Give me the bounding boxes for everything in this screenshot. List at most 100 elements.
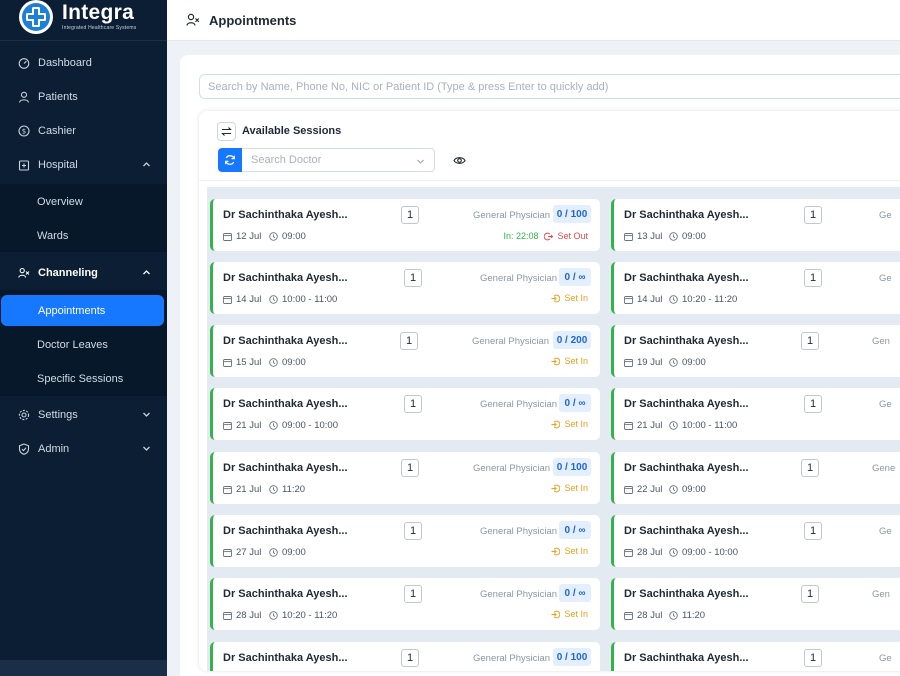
session-qty: 1: [404, 522, 422, 540]
eye-icon[interactable]: [453, 154, 466, 167]
calendar-icon: [624, 549, 633, 557]
calendar-icon: [223, 359, 232, 367]
booking-count-badge: 0 / 100: [553, 648, 591, 666]
session-qty: 1: [801, 585, 819, 603]
session-status: In: 22:08 Set Out: [503, 231, 588, 241]
session-time: 09:00: [669, 357, 706, 368]
clock-icon: [269, 295, 278, 304]
session-date: 21 Jul: [624, 420, 662, 431]
session-card[interactable]: Dr Sachinthaka Ayesh... 1 General Physic…: [210, 199, 600, 251]
sidebar-item-label: Dashboard: [38, 57, 92, 69]
clock-icon: [269, 358, 278, 367]
session-card[interactable]: Dr Sachinthaka Ayesh... 1 Ge 14 Jul 10:2…: [611, 262, 900, 314]
specialty: General Physician: [480, 589, 558, 600]
session-card[interactable]: Dr Sachinthaka Ayesh... 1 Ge 28 Jul 09:0…: [611, 515, 900, 567]
set-in-label: Set In: [564, 293, 588, 303]
session-card[interactable]: Dr Sachinthaka Ayesh... 1 Ge 13 Jul 09:0…: [611, 199, 900, 251]
chevron-down-icon: [142, 410, 151, 419]
sidebar-item-label: Cashier: [38, 125, 76, 137]
date-text: 13 Jul: [637, 231, 663, 242]
booking-count-badge: 0 / ∞: [559, 521, 591, 539]
available-sessions-card: Available Sessions Search Doctor Dr Sach…: [199, 111, 900, 671]
sidebar-item-settings[interactable]: Settings: [0, 398, 167, 432]
sidebar-item-doctor-leaves[interactable]: Doctor Leaves: [0, 328, 167, 362]
session-date: 28 Jul: [223, 610, 261, 621]
specialty: General Physician: [473, 463, 551, 474]
divider: [199, 180, 900, 181]
session-card[interactable]: Dr Sachinthaka Ayesh... 1 General Physic…: [210, 388, 600, 440]
clock-icon: [669, 295, 678, 304]
session-date: 28 Jul: [624, 547, 662, 558]
specialty: General Physician: [473, 653, 551, 664]
session-qty: 1: [401, 459, 419, 477]
session-time: 10:00 - 11:00: [669, 420, 737, 431]
session-card[interactable]: Dr Sachinthaka Ayesh... 1 Ge 21 Jul 10:0…: [611, 388, 900, 440]
sidebar-item-specific-sessions[interactable]: Specific Sessions: [0, 362, 167, 396]
session-card[interactable]: Dr Sachinthaka Ayesh... 1 Gen 28 Jul 11:…: [611, 578, 900, 630]
brand-logo[interactable]: Integra Integrated Healthcare Systems: [0, 0, 167, 41]
doctor-name: Dr Sachinthaka Ayesh...: [624, 335, 749, 347]
sidebar-item-channeling[interactable]: Channeling: [0, 256, 167, 290]
clock-icon: [669, 611, 678, 620]
specialty: Ge: [879, 399, 892, 410]
session-qty: 1: [401, 649, 419, 667]
sidebar-item-overview[interactable]: Overview: [0, 185, 167, 219]
sidebar-item-label: Hospital: [38, 159, 78, 171]
doctor-select[interactable]: Search Doctor: [242, 148, 435, 172]
doctor-name: Dr Sachinthaka Ayesh...: [223, 272, 348, 284]
set-in-button[interactable]: Set In: [551, 356, 588, 366]
set-out-button[interactable]: Set Out: [544, 231, 588, 241]
date-text: 27 Jul: [236, 547, 262, 558]
clock-icon: [669, 548, 678, 557]
session-card[interactable]: Dr Sachinthaka Ayesh... 1 Ge: [611, 642, 900, 671]
session-card[interactable]: Dr Sachinthaka Ayesh... 1 General Physic…: [210, 262, 600, 314]
sidebar-item-wards[interactable]: Wards: [0, 219, 167, 253]
session-card[interactable]: Dr Sachinthaka Ayesh... 1 General Physic…: [210, 642, 600, 671]
session-card[interactable]: Dr Sachinthaka Ayesh... 1 General Physic…: [210, 578, 600, 630]
date-text: 21 Jul: [236, 484, 262, 495]
swap-icon[interactable]: [217, 122, 236, 141]
doctor-name: Dr Sachinthaka Ayesh...: [624, 272, 749, 284]
sidebar-item-label: Settings: [38, 409, 78, 421]
hospital-submenu: Overview Wards: [0, 184, 167, 252]
sidebar-item-hospital[interactable]: Hospital: [0, 148, 167, 182]
session-card[interactable]: Dr Sachinthaka Ayesh... 1 Gene 22 Jul 09…: [611, 452, 900, 504]
sidebar-item-cashier[interactable]: $ Cashier: [0, 114, 167, 148]
specialty: Gen: [872, 336, 890, 347]
session-card[interactable]: Dr Sachinthaka Ayesh... 1 General Physic…: [210, 452, 600, 504]
sidebar-item-appointments[interactable]: Appointments: [1, 295, 164, 326]
refresh-button[interactable]: [218, 148, 242, 172]
time-text: 10:00 - 11:00: [682, 420, 738, 431]
session-qty: 1: [804, 649, 822, 667]
set-in-button[interactable]: Set In: [551, 483, 588, 493]
session-qty: 1: [804, 269, 822, 287]
sidebar-item-label: Channeling: [38, 267, 98, 279]
login-icon: [551, 610, 561, 618]
set-in-button[interactable]: Set In: [551, 546, 588, 556]
sidebar-item-patients[interactable]: Patients: [0, 80, 167, 114]
session-card[interactable]: Dr Sachinthaka Ayesh... 1 General Physic…: [210, 325, 600, 377]
session-card[interactable]: Dr Sachinthaka Ayesh... 1 General Physic…: [210, 515, 600, 567]
patient-search-input[interactable]: [199, 74, 900, 99]
date-text: 14 Jul: [637, 294, 663, 305]
session-date: 14 Jul: [223, 294, 261, 305]
sidebar-item-dashboard[interactable]: Dashboard: [0, 46, 167, 80]
session-time: 10:20 - 11:20: [669, 294, 737, 305]
set-in-button[interactable]: Set In: [551, 293, 588, 303]
calendar-icon: [624, 233, 633, 241]
session-card[interactable]: Dr Sachinthaka Ayesh... 1 Gen 19 Jul 09:…: [611, 325, 900, 377]
date-text: 21 Jul: [637, 420, 663, 431]
set-in-button[interactable]: Set In: [551, 609, 588, 619]
gear-icon: [18, 409, 30, 421]
session-date: 21 Jul: [223, 484, 261, 495]
sidebar-item-admin[interactable]: Admin: [0, 432, 167, 466]
calendar-icon: [624, 296, 633, 304]
set-in-button[interactable]: Set In: [551, 419, 588, 429]
date-text: 15 Jul: [236, 357, 262, 368]
booking-count-badge: 0 / ∞: [559, 584, 591, 602]
session-qty: 1: [404, 585, 422, 603]
hospital-icon: [18, 159, 30, 171]
chevron-down-icon: [416, 157, 425, 166]
shield-icon: [18, 443, 30, 455]
specialty: Gene: [872, 463, 896, 474]
